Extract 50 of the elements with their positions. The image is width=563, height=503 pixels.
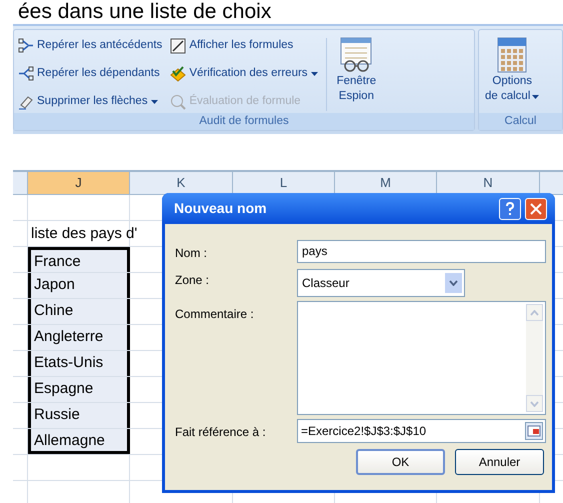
column-header[interactable]: J — [28, 172, 130, 194]
ribbon-large-button[interactable]: Fenêtre Espion — [334, 36, 378, 113]
list-cell: Chine — [28, 299, 130, 324]
field-label: Commentaire : — [175, 306, 255, 323]
list-cell: Etats-Unis — [28, 351, 130, 376]
close-icon — [530, 202, 542, 214]
trace-arrows-icon — [18, 66, 34, 82]
cell-text: liste des pays d' — [31, 224, 138, 244]
trace-arrows-icon — [18, 38, 34, 54]
list-cell: Russie — [28, 403, 130, 428]
help-icon — [505, 202, 515, 216]
ribbon-command[interactable]: Vérification des erreurs — [170, 64, 318, 84]
list-cell: Allemagne — [28, 429, 130, 454]
field-label: Zone : — [175, 272, 210, 289]
collapse-dialog-icon[interactable] — [525, 422, 543, 440]
field-label: Fait référence à : — [175, 424, 267, 441]
group-label: Calcul — [479, 113, 562, 130]
comment-field[interactable] — [297, 301, 546, 415]
close-button[interactable] — [525, 198, 547, 220]
scope-dropdown[interactable]: Classeur — [297, 269, 465, 297]
reference-field[interactable]: =Exercice2!$J$3:$J$10 — [297, 419, 546, 443]
caret-icon — [532, 94, 540, 98]
help-button[interactable] — [499, 198, 521, 220]
window-title: Nouveau nom — [174, 199, 268, 218]
dialog-button[interactable]: Annuler — [455, 449, 544, 475]
scrollbar[interactable] — [526, 304, 543, 412]
caret-icon — [150, 100, 158, 104]
warning-check-icon — [170, 66, 186, 82]
ribbon-large-button[interactable]: Options de calcul — [483, 36, 542, 113]
chevron-down-icon — [449, 280, 458, 286]
calculator-icon — [495, 36, 530, 74]
ribbon-command[interactable]: Repérer les antécédents — [18, 36, 162, 56]
name-field[interactable]: pays — [297, 240, 546, 263]
formula-sheet-icon — [170, 38, 186, 54]
page-heading: ées dans une liste de choix — [17, 0, 272, 24]
ribbon-command[interactable]: Supprimer les flèches — [18, 92, 162, 112]
ribbon-command[interactable]: Repérer les dépendants — [18, 64, 162, 84]
list-cell: France — [28, 247, 130, 272]
list-cell: Espagne — [28, 377, 130, 402]
chevron-up-icon — [530, 310, 539, 316]
group-label: Audit de formules — [14, 113, 474, 130]
chevron-down-icon — [530, 400, 539, 406]
ribbon-command[interactable]: Afficher les formules — [170, 36, 318, 56]
dialog-button[interactable]: OK — [356, 449, 445, 475]
eraser-icon — [18, 94, 34, 110]
list-cell: Japon — [28, 273, 130, 298]
magnifier-icon — [170, 94, 186, 110]
caret-icon — [310, 72, 318, 76]
field-label: Nom : — [175, 245, 208, 262]
list-cell: Angleterre — [28, 325, 130, 350]
